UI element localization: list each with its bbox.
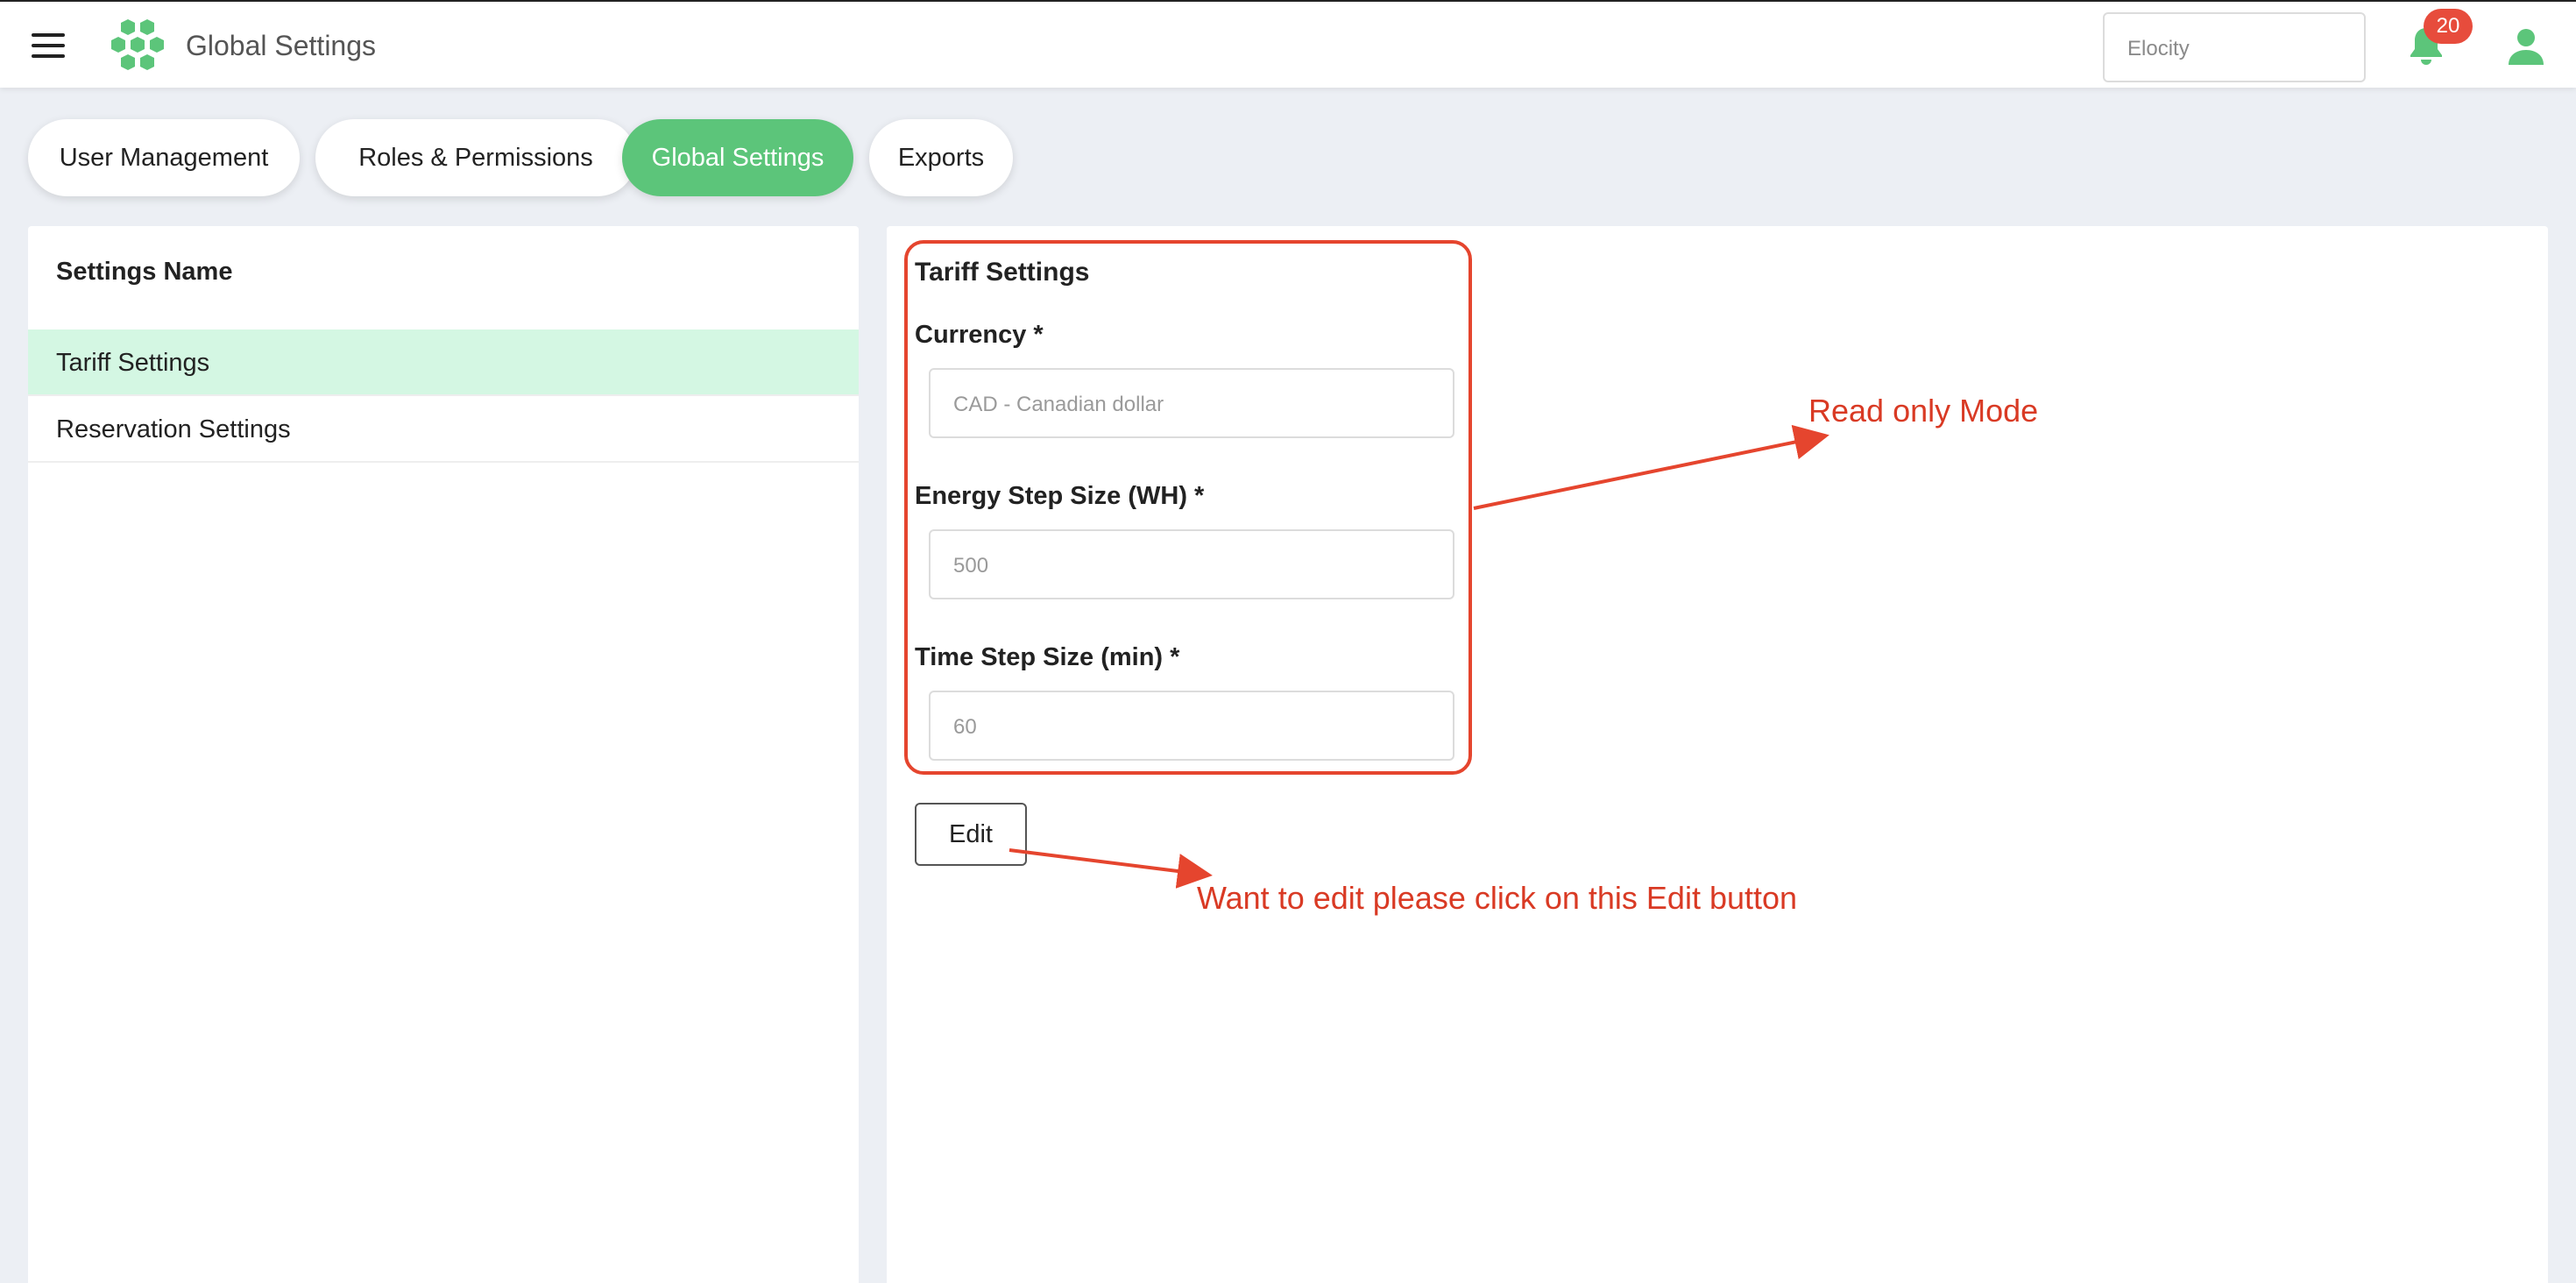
tab-user-management[interactable]: User Management xyxy=(28,119,300,196)
energy-step-field[interactable]: 500 xyxy=(929,529,1454,599)
edit-hint-annotation: Want to edit please click on this Edit b… xyxy=(1197,880,1798,916)
settings-list-header: Settings Name xyxy=(56,258,233,286)
tab-roles-permissions[interactable]: Roles & Permissions xyxy=(315,119,636,196)
currency-field[interactable]: CAD - Canadian dollar xyxy=(929,368,1454,438)
currency-label: Currency * xyxy=(915,321,1044,349)
edit-button[interactable]: Edit xyxy=(915,803,1027,866)
app-title: Global Settings xyxy=(186,30,377,61)
read-only-annotation: Read only Mode xyxy=(1808,393,2039,429)
section-title: Tariff Settings xyxy=(915,258,1090,287)
app-logo-icon xyxy=(111,19,164,70)
notification-count-badge: 20 xyxy=(2424,9,2473,44)
settings-list-panel: Settings Name Tariff Settings Reservatio… xyxy=(28,226,859,1283)
sidebar-item-tariff-settings[interactable]: Tariff Settings xyxy=(28,330,859,396)
tenant-select[interactable]: Elocity xyxy=(2103,12,2366,82)
menu-icon[interactable] xyxy=(32,33,65,58)
top-bar: Global Settings Elocity 20 xyxy=(0,0,2576,88)
user-profile-icon[interactable] xyxy=(2506,26,2546,67)
sidebar-item-reservation-settings[interactable]: Reservation Settings xyxy=(28,396,859,463)
energy-step-label: Energy Step Size (WH) * xyxy=(915,482,1205,510)
time-step-label: Time Step Size (min) * xyxy=(915,643,1180,671)
tab-exports[interactable]: Exports xyxy=(869,119,1013,196)
tab-global-settings[interactable]: Global Settings xyxy=(622,119,853,196)
time-step-field[interactable]: 60 xyxy=(929,691,1454,761)
